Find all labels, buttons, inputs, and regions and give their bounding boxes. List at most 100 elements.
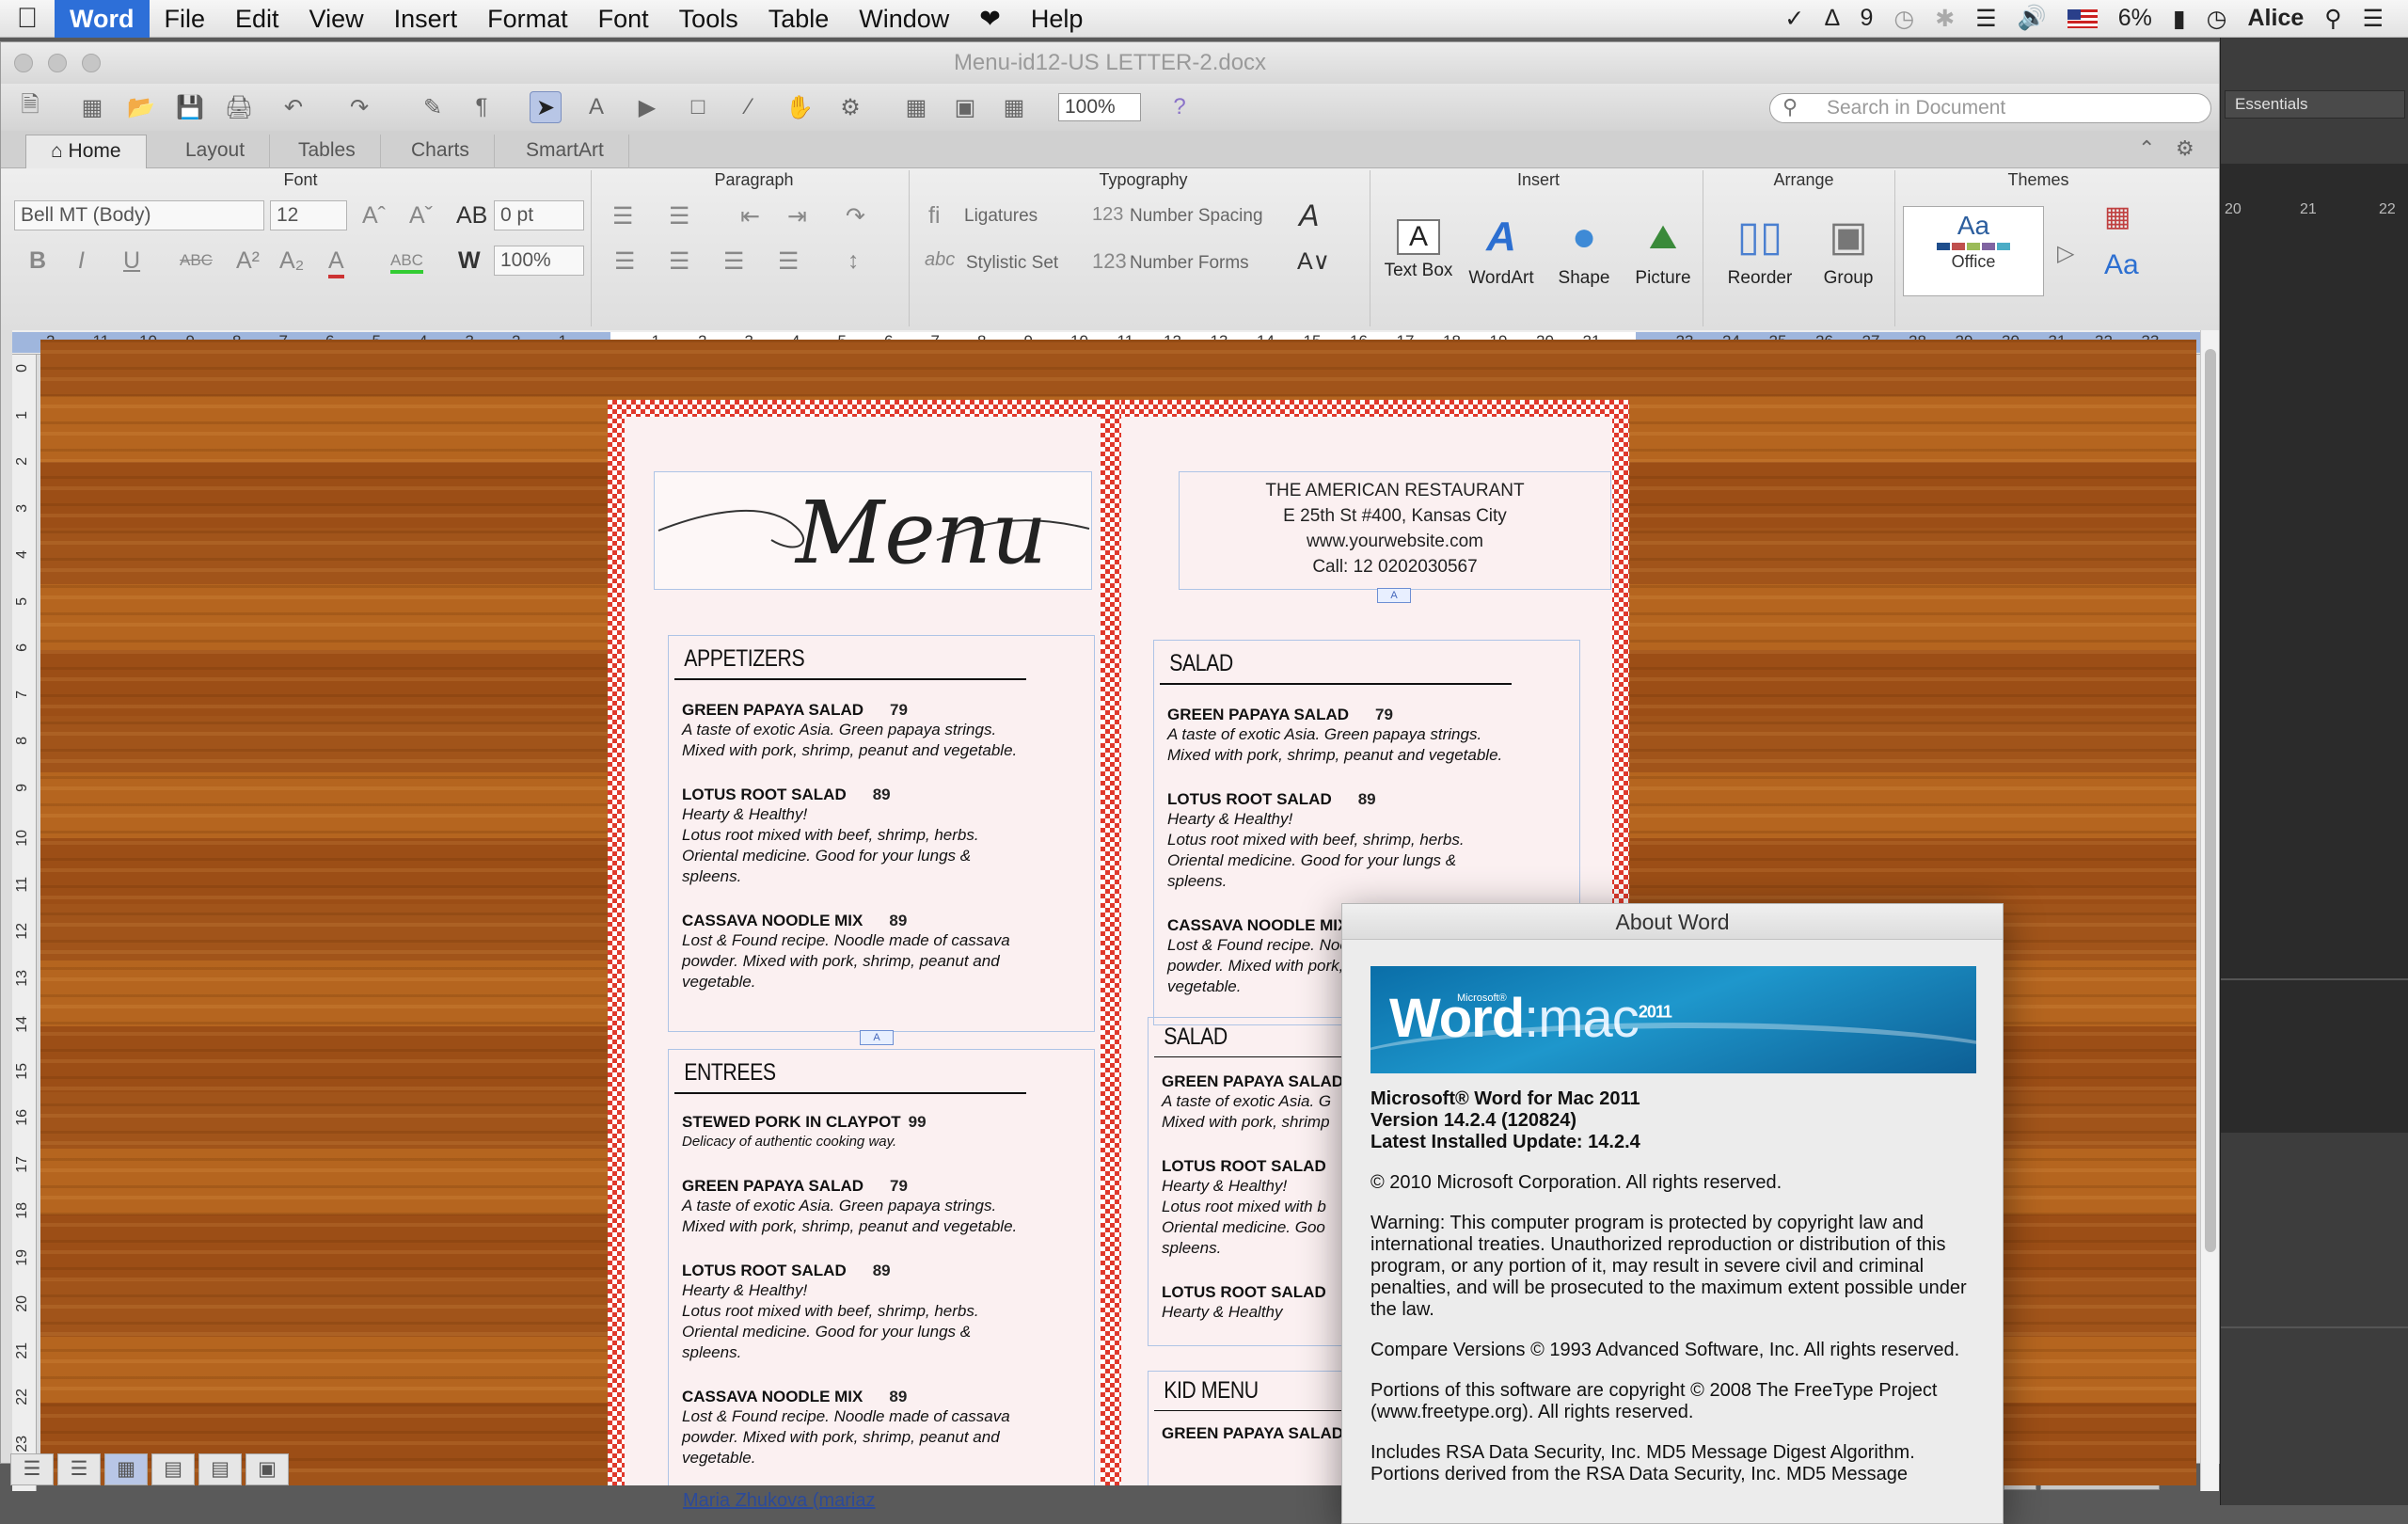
ribbon-settings-icon[interactable]: ⚙ — [2176, 136, 2194, 161]
justify-icon[interactable]: ☰ — [778, 247, 799, 276]
theme-gallery-office[interactable]: Aa Office — [1903, 206, 2044, 296]
decrease-indent-icon[interactable]: ⇤ — [740, 202, 760, 230]
line-spacing-icon[interactable]: ↕ — [848, 247, 860, 275]
menu-table[interactable]: Table — [753, 0, 845, 38]
zoom-field[interactable]: 100% — [1058, 93, 1141, 121]
menu-file[interactable]: File — [150, 0, 221, 38]
tab-charts[interactable]: Charts — [387, 135, 495, 168]
wordart-button[interactable]: A WordArt — [1461, 212, 1542, 289]
workspace-selector[interactable]: Essentials — [2225, 90, 2405, 119]
text-box-anchor-icon[interactable]: A — [1377, 588, 1411, 603]
shape-button[interactable]: ● Shape — [1544, 212, 1624, 289]
menu-tools[interactable]: Tools — [664, 0, 753, 38]
input-flag-icon[interactable] — [2067, 8, 2098, 28]
character-spacing-icon[interactable]: AB — [456, 202, 487, 230]
full-screen-view-icon[interactable]: ▣ — [246, 1453, 289, 1485]
publishing-layout-view-icon[interactable]: ▦ — [104, 1453, 148, 1485]
line-tool-icon[interactable]: ∕ — [733, 91, 765, 123]
redo-icon[interactable]: ↷ — [343, 91, 375, 123]
clock-icon[interactable]: ◷ — [2207, 5, 2227, 33]
align-center-icon[interactable]: ☰ — [669, 247, 689, 276]
sidebar-icon[interactable]: ▦ — [900, 91, 932, 123]
menu-font[interactable]: Font — [583, 0, 664, 38]
save-icon[interactable]: 💾 — [174, 91, 206, 123]
collapse-ribbon-icon[interactable]: ⌃ — [2138, 136, 2155, 161]
group-button[interactable]: ▣ Group — [1807, 212, 1890, 289]
theme-gallery-next-icon[interactable]: ▷ — [2057, 240, 2074, 267]
draft-view-icon[interactable]: ☰ — [10, 1453, 54, 1485]
apple-menu-icon[interactable]:  — [0, 3, 55, 35]
align-right-icon[interactable]: ☰ — [723, 247, 744, 276]
wifi-icon[interactable]: ☰ — [1975, 5, 1996, 33]
font-name-select[interactable]: Bell MT (Body) — [14, 200, 264, 230]
rectangle-tool-icon[interactable]: □ — [682, 91, 714, 123]
entrees-section[interactable]: ENTREES STEWED PORK IN CLAYPOT 99 Delicac… — [668, 1049, 1095, 1485]
script-menu-icon[interactable]: ❤ — [964, 0, 1016, 38]
menu-edit[interactable]: Edit — [220, 0, 294, 38]
volume-icon[interactable]: 🔊 — [2018, 5, 2047, 32]
number-spacing-dropdown[interactable]: Number Spacing — [1130, 206, 1263, 227]
tab-home[interactable]: ⌂ Home — [25, 135, 147, 168]
gallery-icon[interactable]: ▣ — [949, 91, 981, 123]
battery-icon[interactable]: ▮ — [2173, 5, 2186, 33]
help-icon[interactable]: ? — [1164, 91, 1196, 123]
bluetooth-icon[interactable]: ✱ — [1935, 5, 1955, 33]
templates-icon[interactable]: ▦ — [76, 91, 108, 123]
adobe-icon[interactable]: ∆ — [1825, 5, 1839, 32]
toolbox-icon[interactable]: ⚙ — [834, 91, 866, 123]
open-icon[interactable]: 📂 — [125, 91, 157, 123]
appetizers-section[interactable]: APPETIZERS GREEN PAPAYA SALAD 79 A taste … — [668, 635, 1095, 1032]
font-color-icon[interactable]: A — [328, 247, 344, 278]
theme-fonts-icon[interactable]: Aa — [2104, 249, 2139, 281]
menu-app-word[interactable]: Word — [55, 0, 150, 38]
text-scale-field[interactable]: 100% — [494, 246, 584, 276]
media-browser-icon[interactable]: ▦ — [998, 91, 1030, 123]
underline-icon[interactable]: U — [123, 247, 140, 275]
font-size-select[interactable]: 12 — [270, 200, 347, 230]
text-direction-icon[interactable]: ↷ — [846, 202, 865, 230]
outline-view-icon[interactable]: ☰ — [57, 1453, 101, 1485]
time-machine-icon[interactable]: ◷ — [1893, 5, 1914, 33]
shrink-font-icon[interactable]: Aˇ — [409, 202, 433, 230]
theme-colors-icon[interactable]: ▦ — [2104, 200, 2131, 233]
format-painter-icon[interactable]: ✎ — [417, 91, 449, 123]
ligatures-dropdown[interactable]: Ligatures — [964, 206, 1038, 227]
vertical-scrollbar[interactable] — [2200, 330, 2219, 1491]
grow-font-icon[interactable]: Aˆ — [362, 202, 386, 230]
text-box-tool-icon[interactable]: A — [580, 91, 612, 123]
select-pointer-icon[interactable]: ➤ — [530, 91, 562, 123]
increase-indent-icon[interactable]: ⇥ — [787, 202, 807, 230]
menu-view[interactable]: View — [294, 0, 379, 38]
vertical-ruler[interactable]: 0 1 2 3 4 5 6 7 8 9 10 11 12 13 14 15 16 17 18 19 20 21 22 23 — [12, 355, 37, 1491]
hand-tool-icon[interactable]: ✋ — [784, 91, 816, 123]
number-forms-dropdown[interactable]: Number Forms — [1130, 253, 1249, 274]
bullets-icon[interactable]: ☰ — [612, 202, 633, 230]
menu-insert[interactable]: Insert — [379, 0, 473, 38]
menu-window[interactable]: Window — [844, 0, 964, 38]
tab-smartart[interactable]: SmartArt — [501, 135, 629, 168]
text-scale-icon[interactable]: W — [458, 247, 481, 275]
text-box-anchor-icon[interactable]: A — [860, 1030, 894, 1045]
undo-icon[interactable]: ↶ — [277, 91, 309, 123]
stylistic-set-dropdown[interactable]: Stylistic Set — [966, 253, 1058, 274]
print-layout-view-icon[interactable]: ▤ — [151, 1453, 195, 1485]
reorder-button[interactable]: ▯▯ Reorder — [1715, 212, 1805, 289]
strikethrough-icon[interactable]: ABC — [180, 251, 213, 270]
text-box-button[interactable]: A Text Box — [1378, 212, 1459, 281]
subscript-icon[interactable]: A₂ — [279, 247, 304, 275]
picture-button[interactable]: ⛰ Picture — [1623, 212, 1703, 289]
glyph-icon[interactable]: A — [1299, 198, 1319, 233]
address-text-box[interactable]: THE AMERICAN RESTAURANT E 25th St #400, … — [1179, 471, 1611, 590]
notebook-view-icon[interactable]: ▤ — [198, 1453, 242, 1485]
spotlight-icon[interactable]: ⚲ — [2324, 5, 2341, 33]
highlight-icon[interactable]: ABC — [390, 251, 423, 274]
media-tool-icon[interactable]: ▶ — [631, 91, 663, 123]
logo-text-box[interactable]: Menu — [654, 471, 1092, 590]
scroll-thumb[interactable] — [2205, 349, 2216, 1252]
character-spacing-field[interactable]: 0 pt — [494, 200, 584, 230]
align-left-icon[interactable]: ☰ — [614, 247, 635, 276]
tab-layout[interactable]: Layout — [161, 135, 271, 168]
numbering-icon[interactable]: ☰ — [669, 202, 689, 230]
italic-icon[interactable]: I — [78, 247, 85, 275]
show-formatting-icon[interactable]: ¶ — [466, 91, 498, 123]
